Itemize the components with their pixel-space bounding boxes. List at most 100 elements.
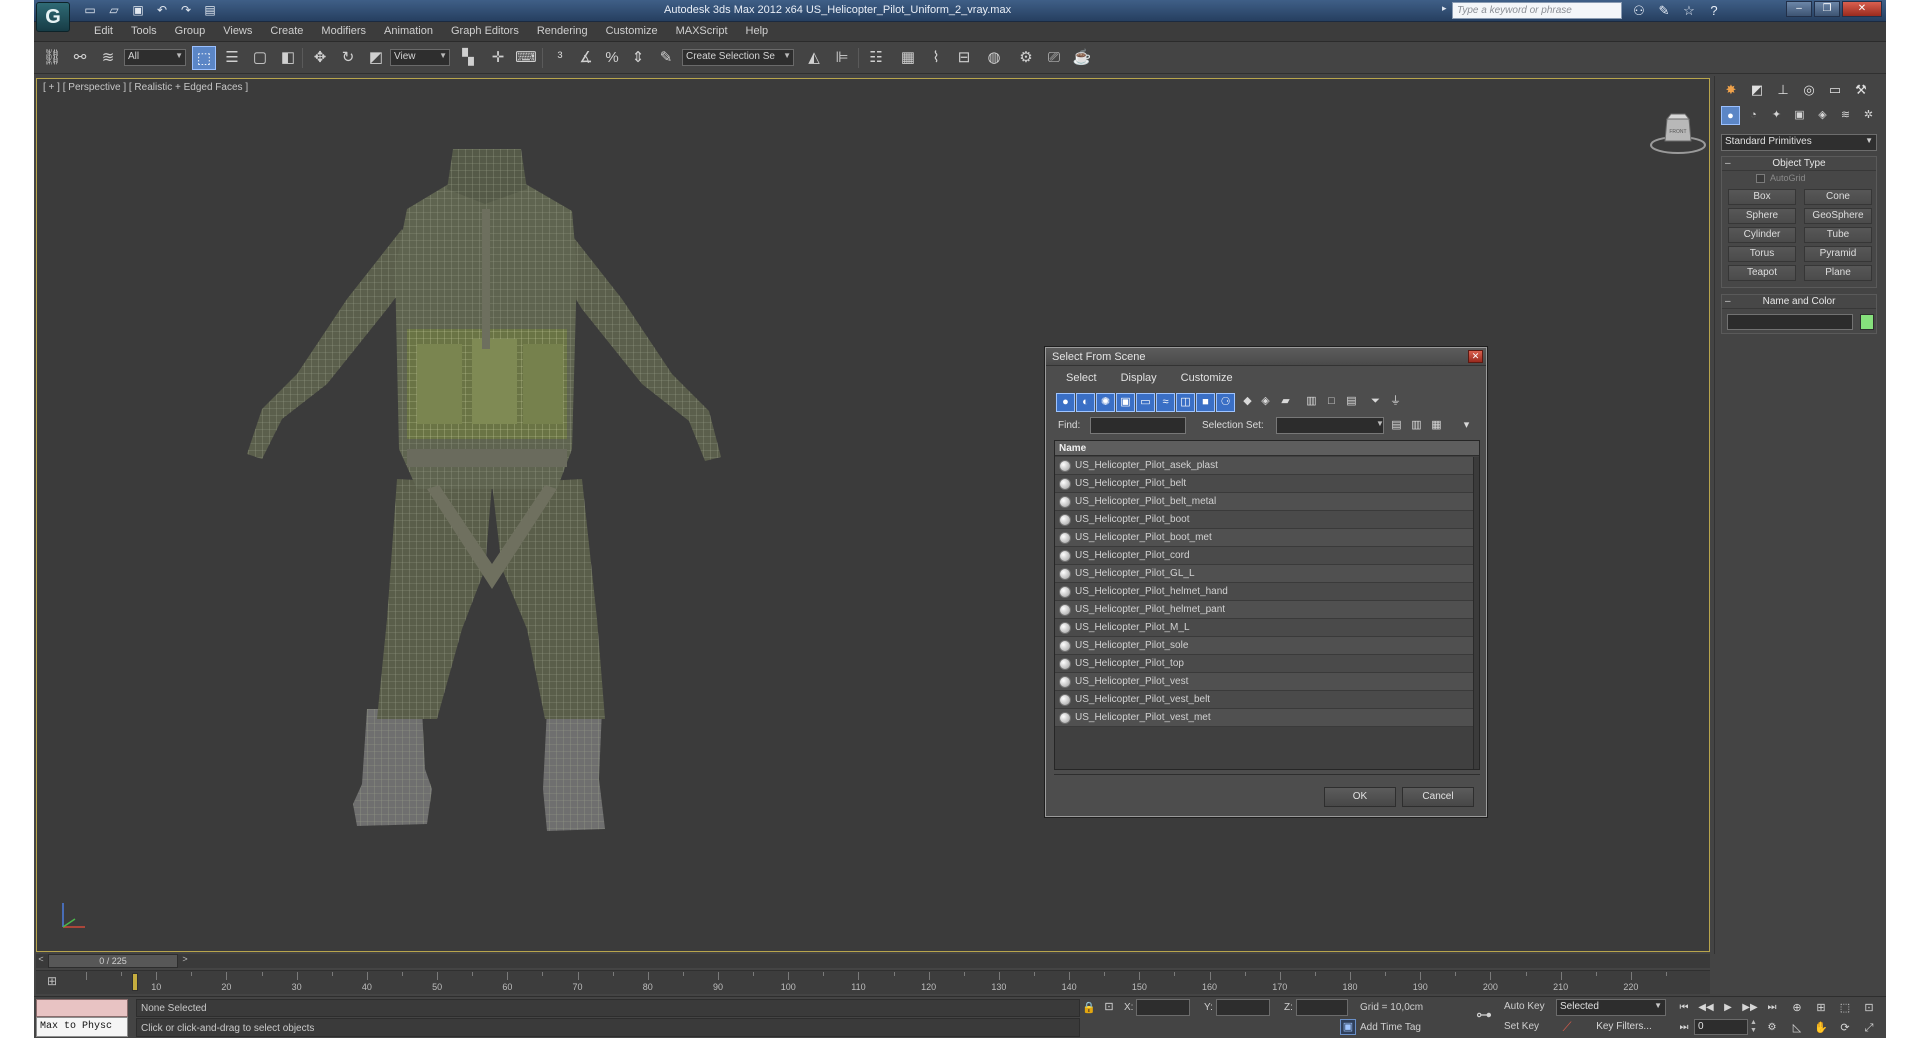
display-cameras-icon[interactable]: ▣ [1116,393,1135,412]
absolute-mode-icon[interactable]: ⊡ [1102,1000,1116,1014]
key-mode-icon[interactable]: ⏭ [1674,1019,1694,1036]
help-tools-icon[interactable]: ✎ [1654,2,1674,19]
display-frozen-icon[interactable]: ◈ [1256,393,1275,412]
viewcube[interactable]: FRONT [1649,111,1707,155]
open-mini-curve-editor-icon[interactable]: ⊞ [42,974,62,990]
box-button[interactable]: Box [1728,189,1796,205]
star-icon[interactable]: ☆ [1679,2,1699,19]
application-button[interactable]: G [36,2,70,32]
edit-named-selection-icon[interactable]: ✎ [654,46,678,70]
keyboard-shortcut-override-icon[interactable]: ⌨ [514,46,538,70]
list-item[interactable]: US_Helicopter_Pilot_belt_metal [1055,493,1479,511]
z-coordinate-field[interactable] [1296,999,1348,1016]
maxscript-listener-output[interactable] [36,999,128,1017]
display-shapes-icon[interactable]: ◐ [1076,393,1095,412]
percent-snap-icon[interactable]: % [600,46,624,70]
list-item[interactable]: US_Helicopter_Pilot_GL_L [1055,565,1479,583]
name-column-header[interactable]: Name [1055,441,1479,456]
list-item[interactable]: US_Helicopter_Pilot_boot [1055,511,1479,529]
move-icon[interactable]: ✥ [308,46,332,70]
orbit-icon[interactable]: ⟳ [1834,1019,1856,1037]
close-button[interactable]: ✕ [1842,1,1882,17]
graphite-ribbon-icon[interactable]: ▦ [896,46,920,70]
viewport-label[interactable]: [ + ] [ Perspective ] [ Realistic + Edge… [43,82,248,93]
list-item[interactable]: US_Helicopter_Pilot_belt [1055,475,1479,493]
frame-spinner-icon[interactable]: ▲ ▼ [1750,1019,1758,1035]
object-type-header[interactable]: – Object Type [1722,157,1876,171]
dialog-close-button[interactable]: ✕ [1468,350,1483,363]
menu-modifiers[interactable]: Modifiers [311,25,374,37]
motion-tab-icon[interactable]: ◎ [1799,80,1819,100]
cameras-category-icon[interactable]: ▣ [1790,106,1809,125]
object-name-input[interactable] [1727,314,1853,330]
geometry-category-icon[interactable]: ● [1721,106,1740,125]
current-time-marker[interactable] [132,973,138,991]
add-selection-set-icon[interactable]: ▤ [1388,417,1405,434]
add-time-tag[interactable]: Add Time Tag [1360,1022,1421,1033]
rendered-frame-window-icon[interactable]: ⎚ [1042,46,1066,70]
display-space-warps-icon[interactable]: ≈ [1156,393,1175,412]
save-icon[interactable]: ▣ [128,2,148,18]
pilot-uniform-model[interactable] [227,149,757,859]
zoom-extents-all-icon[interactable]: ⊡ [1858,999,1880,1017]
display-containers-icon[interactable]: ◆ [1238,393,1257,412]
list-item[interactable]: US_Helicopter_Pilot_helmet_hand [1055,583,1479,601]
list-item[interactable]: US_Helicopter_Pilot_M_L [1055,619,1479,637]
create-tab-icon[interactable]: ✸ [1721,80,1741,100]
snaps-toggle-icon[interactable]: ³ [548,46,572,70]
hierarchy-tab-icon[interactable]: ⊥ [1773,80,1793,100]
autogrid-checkbox[interactable]: AutoGrid [1722,171,1876,187]
shapes-category-icon[interactable]: ◔ [1744,106,1763,125]
maximize-viewport-icon[interactable]: ⤢ [1858,1019,1880,1037]
scene-object-list[interactable]: Name US_Helicopter_Pilot_asek_plast US_H… [1054,440,1480,770]
menu-help[interactable]: Help [736,25,777,37]
list-item[interactable]: US_Helicopter_Pilot_vest_met [1055,709,1479,727]
pan-icon[interactable]: ✋ [1810,1019,1832,1037]
render-production-icon[interactable]: ☕ [1070,46,1094,70]
angle-snap-icon[interactable]: ∡ [574,46,598,70]
cylinder-button[interactable]: Cylinder [1728,227,1796,243]
track-bar[interactable]: ⊞ 10 20 30 40 50 60 70 80 90 100 110 120 130 140 150 16… [36,970,1710,994]
go-to-start-icon[interactable]: ⏮ [1674,999,1694,1016]
dialog-title-bar[interactable]: Select From Scene ✕ [1046,348,1486,366]
select-and-manipulate-icon[interactable]: ✛ [486,46,510,70]
dialog-menu-customize[interactable]: Customize [1167,370,1243,388]
binoculars-icon[interactable]: ⚇ [1629,2,1649,19]
go-to-end-icon[interactable]: ⏭ [1762,999,1782,1016]
display-tab-icon[interactable]: ▭ [1825,80,1845,100]
unlink-icon[interactable]: ⚯ [68,46,92,70]
minimize-button[interactable]: – [1786,1,1812,17]
menu-tools[interactable]: Tools [121,25,165,37]
cancel-button[interactable]: Cancel [1402,787,1474,807]
torus-button[interactable]: Torus [1728,246,1796,262]
list-item[interactable]: US_Helicopter_Pilot_vest_belt [1055,691,1479,709]
name-and-color-header[interactable]: – Name and Color [1722,295,1876,309]
display-groups-icon[interactable]: ◫ [1176,393,1195,412]
set-key-button[interactable]: Set Key [1504,1021,1539,1032]
teapot-button[interactable]: Teapot [1728,265,1796,281]
chevron-down-icon[interactable]: ▼ [1376,419,1384,428]
list-item[interactable]: US_Helicopter_Pilot_vest [1055,673,1479,691]
filter-options-icon[interactable]: ⏚ [1386,393,1405,412]
search-expand-icon[interactable]: ▸ [1442,3,1452,19]
previous-frame-icon[interactable]: < [36,954,46,968]
maxscript-mini-listener[interactable]: Max to Physc [36,1017,128,1037]
pyramid-button[interactable]: Pyramid [1804,246,1872,262]
primitives-dropdown[interactable]: Standard Primitives ▼ [1721,134,1877,151]
list-item[interactable]: US_Helicopter_Pilot_helmet_pant [1055,601,1479,619]
menu-maxscript[interactable]: MAXScript [666,25,736,37]
menu-graph-editors[interactable]: Graph Editors [441,25,527,37]
list-item[interactable]: US_Helicopter_Pilot_cord [1055,547,1479,565]
link-icon[interactable]: ⛓ [40,46,64,70]
list-item[interactable]: US_Helicopter_Pilot_boot_met [1055,529,1479,547]
named-selection-dropdown[interactable]: Create Selection Se ▼ [682,49,794,66]
display-bones-icon[interactable]: ⚆ [1216,393,1235,412]
maximize-button[interactable]: ❐ [1814,1,1840,17]
field-of-view-icon[interactable]: ◺ [1786,1019,1808,1037]
list-item[interactable]: US_Helicopter_Pilot_top [1055,655,1479,673]
time-tag-icon[interactable]: ▣ [1340,1019,1356,1035]
menu-group[interactable]: Group [165,25,214,37]
select-object-icon[interactable]: ⬚ [192,46,216,70]
object-color-swatch[interactable] [1860,314,1874,330]
current-frame-field[interactable]: 0 [1694,1019,1748,1035]
